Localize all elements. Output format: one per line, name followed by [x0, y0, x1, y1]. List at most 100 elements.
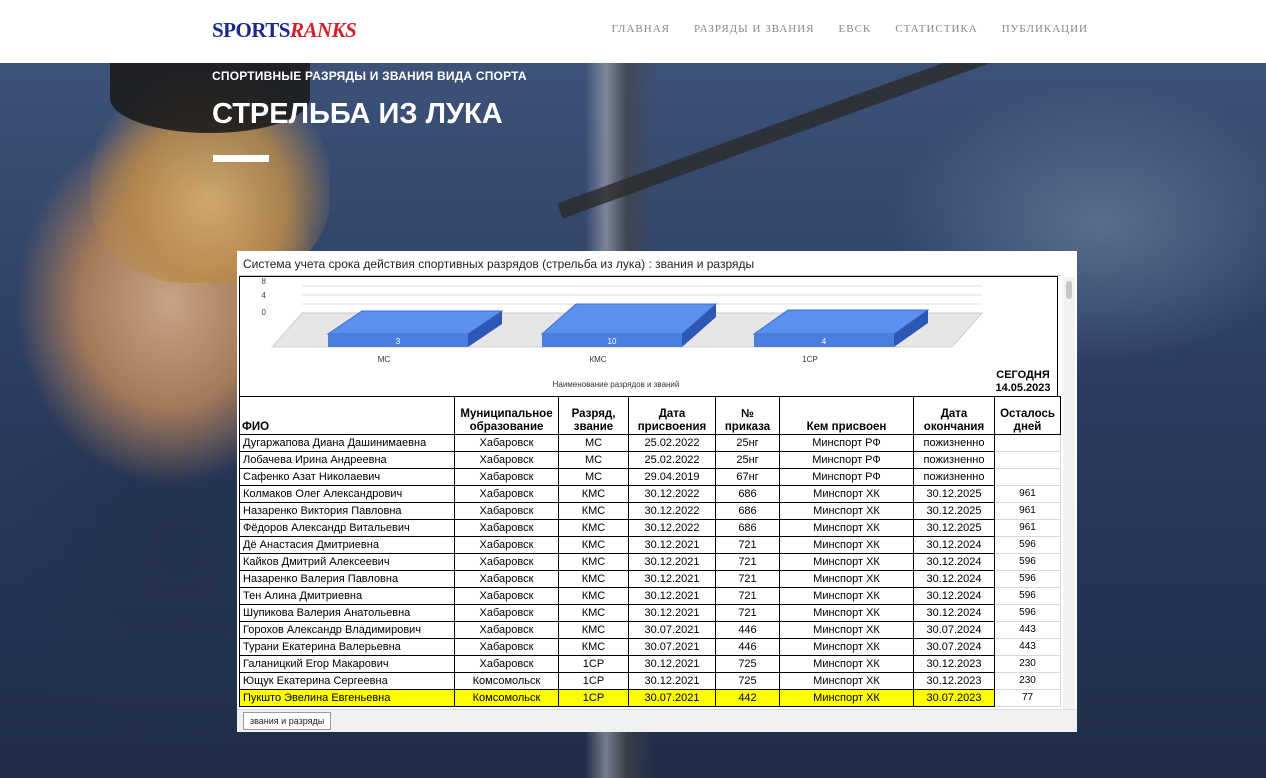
table-cell[interactable]: 67нг — [715, 468, 780, 486]
table-cell[interactable]: 30.12.2025 — [913, 485, 995, 503]
table-cell[interactable]: Минспорт ХК — [779, 655, 914, 673]
table-cell[interactable]: 443 — [994, 621, 1061, 639]
table-cell[interactable]: 30.12.2021 — [628, 655, 716, 673]
table-cell[interactable]: 1СР — [558, 672, 629, 690]
table-cell[interactable]: 721 — [715, 604, 780, 622]
table-cell[interactable]: 30.12.2021 — [628, 672, 716, 690]
table-cell[interactable]: 30.07.2021 — [628, 621, 716, 639]
menu-item-evsk[interactable]: ЕВСК — [839, 23, 872, 35]
table-cell[interactable]: 25нг — [715, 451, 780, 469]
table-cell[interactable]: Дугаржапова Диана Дашинимаевна — [239, 434, 455, 452]
table-cell[interactable]: Минспорт ХК — [779, 587, 914, 605]
table-cell[interactable]: 721 — [715, 553, 780, 571]
table-cell[interactable]: КМС — [558, 570, 629, 588]
table-cell[interactable]: 686 — [715, 485, 780, 503]
table-cell[interactable]: Назаренко Виктория Павловна — [239, 502, 455, 520]
table-cell[interactable]: Минспорт ХК — [779, 621, 914, 639]
table-cell[interactable]: 721 — [715, 536, 780, 554]
table-cell[interactable]: Хабаровск — [454, 621, 559, 639]
table-cell[interactable]: Горохов Александр Владимирович — [239, 621, 455, 639]
table-cell[interactable]: Назаренко Валерия Павловна — [239, 570, 455, 588]
table-cell[interactable]: Хабаровск — [454, 587, 559, 605]
table-cell[interactable]: Комсомольск — [454, 689, 559, 707]
table-cell[interactable]: пожизненно — [913, 468, 995, 486]
table-cell[interactable]: 443 — [994, 638, 1061, 656]
table-cell[interactable]: Колмаков Олег Александрович — [239, 485, 455, 503]
table-cell[interactable]: пожизненно — [913, 434, 995, 452]
table-cell[interactable]: МС — [558, 468, 629, 486]
spreadsheet-grid[interactable]: 8 4 0 3 МС 10 КМС 4 1СР Наименование разрядов и з… — [239, 275, 1061, 710]
table-cell[interactable] — [994, 468, 1061, 486]
table-cell[interactable]: 25.02.2022 — [628, 451, 716, 469]
table-cell[interactable]: Шупикова Валерия Анатольевна — [239, 604, 455, 622]
table-cell[interactable]: 30.12.2024 — [913, 604, 995, 622]
table-cell[interactable]: Дё Анастасия Дмитриевна — [239, 536, 455, 554]
vertical-scrollbar[interactable] — [1063, 277, 1075, 709]
table-cell[interactable]: КМС — [558, 604, 629, 622]
table-cell[interactable]: Хабаровск — [454, 553, 559, 571]
table-cell[interactable]: 596 — [994, 604, 1061, 622]
table-cell[interactable]: 25.02.2022 — [628, 434, 716, 452]
table-cell[interactable]: Лобачева Ирина Андреевна — [239, 451, 455, 469]
table-cell[interactable]: КМС — [558, 553, 629, 571]
table-cell[interactable]: Ющук Екатерина Сергеевна — [239, 672, 455, 690]
table-cell[interactable]: 961 — [994, 502, 1061, 520]
table-cell[interactable]: 721 — [715, 570, 780, 588]
table-cell[interactable]: 596 — [994, 553, 1061, 571]
table-cell[interactable]: Минспорт РФ — [779, 468, 914, 486]
table-cell[interactable]: Хабаровск — [454, 434, 559, 452]
table-cell[interactable]: 721 — [715, 587, 780, 605]
menu-item-ranks[interactable]: РАЗРЯДЫ И ЗВАНИЯ — [694, 23, 815, 35]
table-cell[interactable]: Хабаровск — [454, 570, 559, 588]
table-cell[interactable]: Хабаровск — [454, 638, 559, 656]
table-cell[interactable]: 30.12.2021 — [628, 604, 716, 622]
table-cell[interactable]: 30.12.2024 — [913, 570, 995, 588]
table-cell[interactable]: МС — [558, 434, 629, 452]
table-cell[interactable]: Хабаровск — [454, 536, 559, 554]
table-cell[interactable]: МС — [558, 451, 629, 469]
table-cell[interactable]: 30.12.2023 — [913, 655, 995, 673]
table-cell[interactable]: Минспорт ХК — [779, 485, 914, 503]
menu-item-publications[interactable]: ПУБЛИКАЦИИ — [1002, 23, 1088, 35]
table-cell[interactable]: Комсомольск — [454, 672, 559, 690]
table-cell[interactable]: 596 — [994, 570, 1061, 588]
table-cell[interactable]: 30.12.2021 — [628, 570, 716, 588]
table-cell[interactable]: 1СР — [558, 689, 629, 707]
table-cell[interactable]: Минспорт РФ — [779, 434, 914, 452]
table-cell[interactable]: Минспорт ХК — [779, 502, 914, 520]
table-cell[interactable]: КМС — [558, 485, 629, 503]
table-cell[interactable]: 725 — [715, 655, 780, 673]
table-cell[interactable]: Минспорт ХК — [779, 638, 914, 656]
table-cell[interactable] — [994, 451, 1061, 469]
table-cell[interactable]: 30.07.2021 — [628, 689, 716, 707]
table-cell[interactable]: 230 — [994, 655, 1061, 673]
table-cell[interactable]: 30.12.2024 — [913, 536, 995, 554]
table-cell[interactable]: 725 — [715, 672, 780, 690]
table-cell[interactable]: 596 — [994, 536, 1061, 554]
table-cell[interactable]: Хабаровск — [454, 468, 559, 486]
table-cell[interactable]: 77 — [994, 689, 1061, 707]
table-cell[interactable]: 30.12.2022 — [628, 519, 716, 537]
table-cell[interactable]: 961 — [994, 519, 1061, 537]
sheet-tab-ranks[interactable]: звания и разряды — [243, 712, 332, 730]
table-cell[interactable]: 686 — [715, 519, 780, 537]
table-cell[interactable]: 30.12.2024 — [913, 587, 995, 605]
table-cell[interactable]: Хабаровск — [454, 519, 559, 537]
table-cell[interactable]: Минспорт РФ — [779, 451, 914, 469]
table-cell[interactable]: Хабаровск — [454, 451, 559, 469]
table-cell[interactable]: КМС — [558, 536, 629, 554]
table-cell[interactable]: Минспорт ХК — [779, 553, 914, 571]
table-cell[interactable]: 30.12.2025 — [913, 519, 995, 537]
table-cell[interactable]: 442 — [715, 689, 780, 707]
table-cell[interactable]: 961 — [994, 485, 1061, 503]
table-cell[interactable]: 29.04.2019 — [628, 468, 716, 486]
table-cell[interactable]: 30.12.2025 — [913, 502, 995, 520]
table-cell[interactable]: Минспорт ХК — [779, 536, 914, 554]
table-cell[interactable]: 30.12.2022 — [628, 485, 716, 503]
table-cell[interactable]: Тен Алина Дмитриевна — [239, 587, 455, 605]
table-cell[interactable]: 446 — [715, 621, 780, 639]
table-cell[interactable]: Галаницкий Егор Макарович — [239, 655, 455, 673]
table-cell[interactable]: 1СР — [558, 655, 629, 673]
scrollbar-thumb[interactable] — [1066, 281, 1072, 299]
table-cell[interactable]: 30.07.2024 — [913, 621, 995, 639]
